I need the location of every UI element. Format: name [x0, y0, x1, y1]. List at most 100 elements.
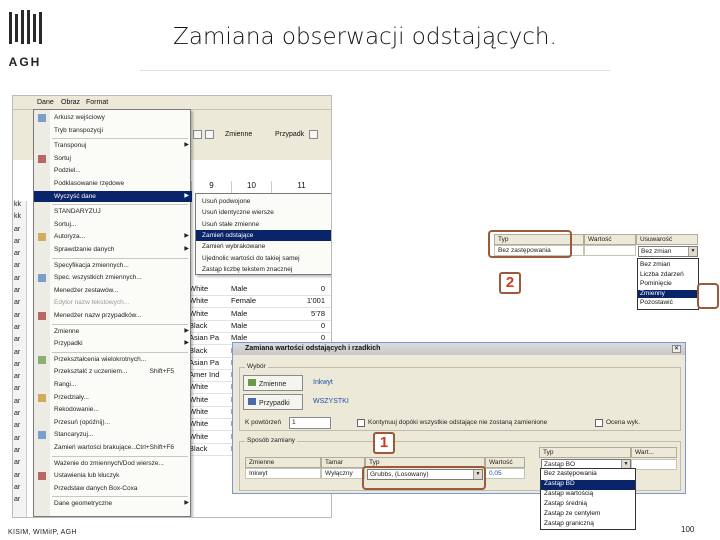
row-header[interactable]: ar [13, 361, 26, 373]
row-header[interactable]: ar [13, 312, 26, 324]
table-cell[interactable]: Male [231, 309, 271, 321]
menu-item[interactable]: Podklasowanie rzędowe [34, 178, 192, 189]
row-header[interactable]: ar [13, 385, 26, 397]
menu-item[interactable]: Menedżer nazw przypadków... [34, 310, 192, 321]
menu-item[interactable]: Transponuj ▶ [34, 140, 192, 151]
row-header[interactable]: ar [13, 496, 26, 508]
row-wartosc-cell[interactable]: 0,05 [485, 468, 525, 479]
row-header[interactable]: ar [13, 435, 26, 447]
table-cell[interactable]: Black [189, 346, 229, 358]
table-cell[interactable]: Male [231, 284, 271, 296]
menu-item[interactable]: Specyfikacja zmiennych... [34, 260, 192, 271]
dropdown-option[interactable]: Bez zastępowania [541, 470, 635, 480]
table-cell[interactable]: 1'001 [275, 296, 325, 308]
table-cell[interactable]: White [189, 309, 229, 321]
row-header[interactable]: ar [13, 262, 26, 274]
menu-item[interactable]: Rangi... [34, 379, 192, 390]
table-cell[interactable]: White [189, 382, 229, 394]
menubar-item-format[interactable]: Format [86, 99, 108, 106]
replacement-value-cell[interactable] [631, 459, 677, 470]
table-cell[interactable]: White [189, 432, 229, 444]
submenu-item[interactable]: Zamień odstające [196, 229, 331, 241]
menu-item[interactable]: Autoryza... ▶ [34, 231, 192, 242]
menu-item[interactable]: Rekodowanie... [34, 404, 192, 415]
menu-item[interactable]: Ważenie do zmiennych/Dod wiersze... [34, 458, 192, 469]
table-cell[interactable]: Black [189, 444, 229, 456]
kontynuuj-checkbox[interactable] [357, 419, 365, 427]
selected-variable-link[interactable]: Inkwyt [313, 379, 333, 386]
row-header[interactable]: ar [13, 275, 26, 287]
row-tamar-cell[interactable]: Wyłączny [321, 468, 365, 479]
menu-item[interactable]: Menedżer zestawów... [34, 285, 192, 296]
usuwarosc-combo[interactable]: Bez zmian ▼ [638, 246, 698, 257]
row-header[interactable]: ar [13, 349, 26, 361]
row-header[interactable]: ar [13, 238, 26, 250]
row-header[interactable]: ar [13, 410, 26, 422]
table-cell[interactable]: White [189, 407, 229, 419]
menubar-item-obraz[interactable]: Obraz [61, 99, 80, 106]
table-cell[interactable]: Asian Pa [189, 358, 229, 370]
menu-item[interactable]: Przekształć z uczeniem... Shift+F5 [34, 366, 192, 377]
menu-item[interactable]: Ustawienia lub kłuczyk [34, 470, 192, 481]
menu-item[interactable]: Stancaryzuj... [34, 429, 192, 440]
table-cell[interactable]: White [189, 395, 229, 407]
wartosc-cell[interactable] [584, 245, 636, 256]
close-icon[interactable]: ✕ [672, 345, 681, 353]
toolbar-button[interactable] [193, 130, 202, 139]
ocena-checkbox[interactable] [595, 419, 603, 427]
dropdown-option[interactable]: Pozostawić [638, 299, 698, 308]
menu-item[interactable]: Sprawdzanie danych ▶ [34, 244, 192, 255]
menu-item[interactable]: Zmienne ▶ [34, 326, 192, 337]
row-header[interactable]: ar [13, 287, 26, 299]
menu-item[interactable]: Podziel... [34, 165, 192, 176]
menu-item[interactable]: Arkusz wejściowy [34, 112, 192, 123]
submenu-item[interactable]: Zastąp liczbę tekstem znacznej [196, 264, 331, 275]
row-header[interactable]: ar [13, 336, 26, 348]
table-cell[interactable]: Amer Ind [189, 370, 229, 382]
menu-item[interactable]: Sortuj... [34, 219, 192, 230]
col-header[interactable]: 9 [191, 181, 231, 193]
dropdown-option[interactable]: Bez zmian [638, 261, 698, 270]
menubar-item-dane[interactable]: Dane [37, 99, 54, 106]
row-header[interactable]: ar [13, 373, 26, 385]
dropdown-option[interactable]: Zmienny [638, 289, 698, 299]
submenu-item[interactable]: Zamień wybrakowane [196, 241, 331, 252]
row-header[interactable]: kk [13, 201, 26, 213]
table-cell[interactable]: White [189, 419, 229, 431]
menu-item[interactable]: Przypadki ▶ [34, 338, 192, 349]
submenu-item[interactable]: Ujednolic wartości do takiej samej [196, 253, 331, 264]
menu-item[interactable]: Dane geometryczne ▶ [34, 498, 192, 509]
menu-item[interactable]: Przedziały... [34, 392, 192, 403]
dropdown-option[interactable]: Zastąp graniczną [541, 520, 635, 530]
k-powtorzen-input[interactable]: 1 [289, 417, 331, 429]
table-cell[interactable]: Asian Pa [189, 333, 229, 345]
zmienne-button[interactable]: Zmienne [243, 375, 303, 391]
table-cell[interactable]: Male [231, 321, 271, 333]
dropdown-option[interactable]: Zastąp wartością [541, 490, 635, 500]
table-cell[interactable]: 0 [275, 321, 325, 333]
row-header[interactable]: ar [13, 422, 26, 434]
dropdown-option[interactable]: Zastąp BD [541, 480, 635, 490]
menu-item[interactable]: Przedstaw danych Box-Coxa [34, 483, 192, 494]
dropdown-option[interactable]: Pominięcie [638, 280, 698, 289]
menu-item[interactable]: Tryb transpozycji [34, 125, 192, 136]
row-zmienna-cell[interactable]: Inkwyt [245, 468, 321, 479]
menu-item[interactable]: Przekształcenia wielokrotnych... [34, 354, 192, 365]
table-cell[interactable]: Black [189, 321, 229, 333]
dropdown-option[interactable]: Zastąp średnią [541, 500, 635, 510]
menu-item[interactable]: STANDARYZUJ [34, 206, 192, 217]
table-cell[interactable]: Female [231, 296, 271, 308]
przypadki-button[interactable]: Przypadki [243, 394, 303, 410]
submenu-item[interactable]: Usuń stałe zmienne [196, 219, 331, 230]
selected-cases-link[interactable]: WSZYSTKI [313, 398, 349, 405]
col-header[interactable]: 11 [271, 181, 331, 193]
table-cell[interactable]: White [189, 284, 229, 296]
toolbar-przypadki[interactable]: Przypadk [275, 131, 304, 138]
menu-item[interactable]: Wyczyść dane ▶ [34, 190, 192, 202]
row-header[interactable]: ar [13, 250, 26, 262]
row-header[interactable]: ar [13, 459, 26, 471]
row-header[interactable]: ar [13, 484, 26, 496]
col-header[interactable]: 10 [231, 181, 271, 193]
menu-item[interactable]: Sortuj [34, 153, 192, 164]
row-header[interactable]: kk [13, 213, 26, 225]
